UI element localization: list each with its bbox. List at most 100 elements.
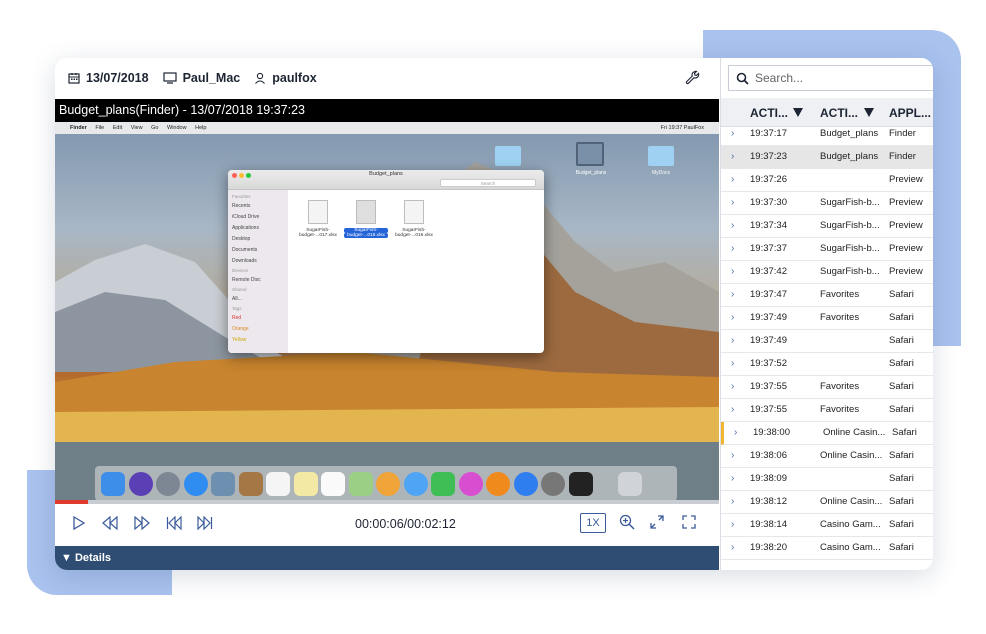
reminders-app-icon: [321, 471, 345, 496]
column-header-application[interactable]: APPL...: [889, 106, 931, 120]
row-application: Safari: [889, 404, 914, 415]
safari-app-icon: [183, 471, 208, 496]
chevron-right-icon[interactable]: ›: [731, 468, 734, 490]
computer-name: Paul_Mac: [182, 71, 241, 85]
chevron-right-icon[interactable]: ›: [734, 422, 737, 444]
mac-menu-item: Help: [195, 125, 207, 131]
chevron-right-icon[interactable]: ›: [731, 284, 734, 306]
mac-menu-item: View: [130, 125, 143, 131]
table-row[interactable]: › 19:37:30 SugarFish-b... Preview: [721, 192, 933, 215]
row-activity: Favorites: [820, 381, 860, 392]
playback-speed-button[interactable]: 1X: [580, 513, 606, 533]
table-row[interactable]: › 19:38:00 Online Casin... Safari: [721, 422, 933, 445]
row-activity: Favorites: [820, 289, 860, 300]
chevron-right-icon[interactable]: ›: [731, 514, 734, 536]
chevron-right-icon[interactable]: ›: [731, 330, 734, 352]
zoom-in-icon[interactable]: [619, 514, 635, 530]
row-application: Preview: [889, 243, 923, 254]
chevron-right-icon[interactable]: ›: [731, 307, 734, 329]
mac-menu-item: Window: [167, 125, 187, 131]
chevron-right-icon[interactable]: ›: [731, 238, 734, 260]
chevron-right-icon[interactable]: ›: [731, 399, 734, 421]
chevron-right-icon[interactable]: ›: [731, 491, 734, 513]
activity-search[interactable]: Search...: [728, 65, 933, 91]
row-time: 19:37:52: [750, 358, 787, 369]
row-application: Safari: [889, 519, 914, 530]
fast-forward-icon[interactable]: [134, 516, 150, 530]
finder-window: Budget_plans Search Favorites Recents iC…: [228, 170, 544, 353]
user-info: paulfox: [254, 71, 317, 85]
chevron-right-icon[interactable]: ›: [731, 376, 734, 398]
details-toggle[interactable]: ▼ Details: [55, 546, 719, 570]
row-time: 19:37:17: [750, 128, 787, 139]
fullscreen-icon[interactable]: [682, 515, 696, 529]
row-time: 19:38:20: [750, 542, 787, 553]
chevron-right-icon[interactable]: ›: [731, 215, 734, 237]
skip-forward-icon[interactable]: [197, 516, 213, 530]
table-row[interactable]: › 19:37:17 Budget_plans Finder: [721, 123, 933, 146]
chevron-right-icon[interactable]: ›: [731, 146, 734, 168]
expand-icon[interactable]: [650, 515, 664, 529]
finder-sidebar-header: Favorites: [232, 194, 251, 199]
filter-icon[interactable]: [864, 108, 874, 117]
chevron-right-icon[interactable]: ›: [731, 169, 734, 191]
row-application: Safari: [889, 542, 914, 553]
table-row[interactable]: › 19:38:12 Online Casin... Safari: [721, 491, 933, 514]
row-activity: Budget_plans: [820, 128, 879, 139]
finder-sidebar-item: Recents: [232, 203, 251, 209]
desktop-folder-icon: [576, 142, 604, 166]
finder-file-name: budget-...016.xlsx: [395, 233, 433, 238]
app-store-icon: [513, 471, 538, 496]
play-icon[interactable]: [72, 516, 86, 530]
finder-sidebar: Favorites Recents iCloud Drive Applicati…: [228, 190, 288, 353]
calendar-app-icon: [266, 471, 290, 496]
table-row[interactable]: › 19:37:23 Budget_plans Finder: [721, 146, 933, 169]
row-time: 19:37:34: [750, 220, 787, 231]
table-row[interactable]: › 19:37:42 SugarFish-b... Preview: [721, 261, 933, 284]
filter-icon[interactable]: [793, 108, 803, 117]
chevron-right-icon[interactable]: ›: [731, 261, 734, 283]
table-row[interactable]: › 19:37:34 SugarFish-b... Preview: [721, 215, 933, 238]
table-row[interactable]: › 19:38:06 Online Casin... Safari: [721, 445, 933, 468]
chevron-right-icon[interactable]: ›: [731, 537, 734, 559]
rewind-icon[interactable]: [102, 516, 118, 530]
row-activity: Budget_plans: [820, 151, 879, 162]
finder-sidebar-item: Desktop: [232, 236, 251, 242]
table-row[interactable]: › 19:38:14 Casino Gam... Safari: [721, 514, 933, 537]
table-row[interactable]: › 19:38:09 Safari: [721, 468, 933, 491]
row-activity: Casino Gam...: [820, 542, 881, 553]
chevron-right-icon[interactable]: ›: [731, 123, 734, 145]
chevron-right-icon[interactable]: ›: [731, 353, 734, 375]
row-time: 19:37:37: [750, 243, 787, 254]
table-row[interactable]: › 19:37:49 Favorites Safari: [721, 307, 933, 330]
row-application: Preview: [889, 174, 923, 185]
table-row[interactable]: › 19:37:52 Safari: [721, 353, 933, 376]
date-info: 13/07/2018: [68, 71, 149, 85]
table-row[interactable]: › 19:38:20 Casino Gam... Safari: [721, 537, 933, 560]
column-header-activity[interactable]: ACTI...: [820, 106, 858, 120]
row-time: 19:37:55: [750, 381, 787, 392]
skip-back-icon[interactable]: [166, 516, 182, 530]
table-row[interactable]: › 19:37:55 Favorites Safari: [721, 399, 933, 422]
table-row[interactable]: › 19:37:37 SugarFish-b... Preview: [721, 238, 933, 261]
row-activity: SugarFish-b...: [820, 243, 880, 254]
chevron-right-icon[interactable]: ›: [731, 445, 734, 467]
search-icon: [736, 72, 749, 85]
spreadsheet-file-icon: [356, 200, 376, 224]
row-activity: Favorites: [820, 404, 860, 415]
table-row[interactable]: › 19:37:26 Preview: [721, 169, 933, 192]
mac-menu-clock: Fri 19:37 PaulFox: [660, 125, 704, 131]
table-row[interactable]: › 19:37:49 Safari: [721, 330, 933, 353]
column-header-time[interactable]: ACTI...: [750, 106, 788, 120]
table-row[interactable]: › 19:37:55 Favorites Safari: [721, 376, 933, 399]
chevron-right-icon[interactable]: ›: [731, 192, 734, 214]
row-time: 19:37:23: [750, 151, 787, 162]
finder-sidebar-header: Tags: [232, 306, 242, 311]
row-application: Preview: [889, 266, 923, 277]
finder-search: Search: [440, 179, 536, 187]
wrench-icon[interactable]: [685, 70, 701, 86]
table-row[interactable]: › 19:37:47 Favorites Safari: [721, 284, 933, 307]
row-application: Safari: [889, 381, 914, 392]
finder-title: Budget_plans: [369, 171, 403, 177]
row-activity: SugarFish-b...: [820, 197, 880, 208]
